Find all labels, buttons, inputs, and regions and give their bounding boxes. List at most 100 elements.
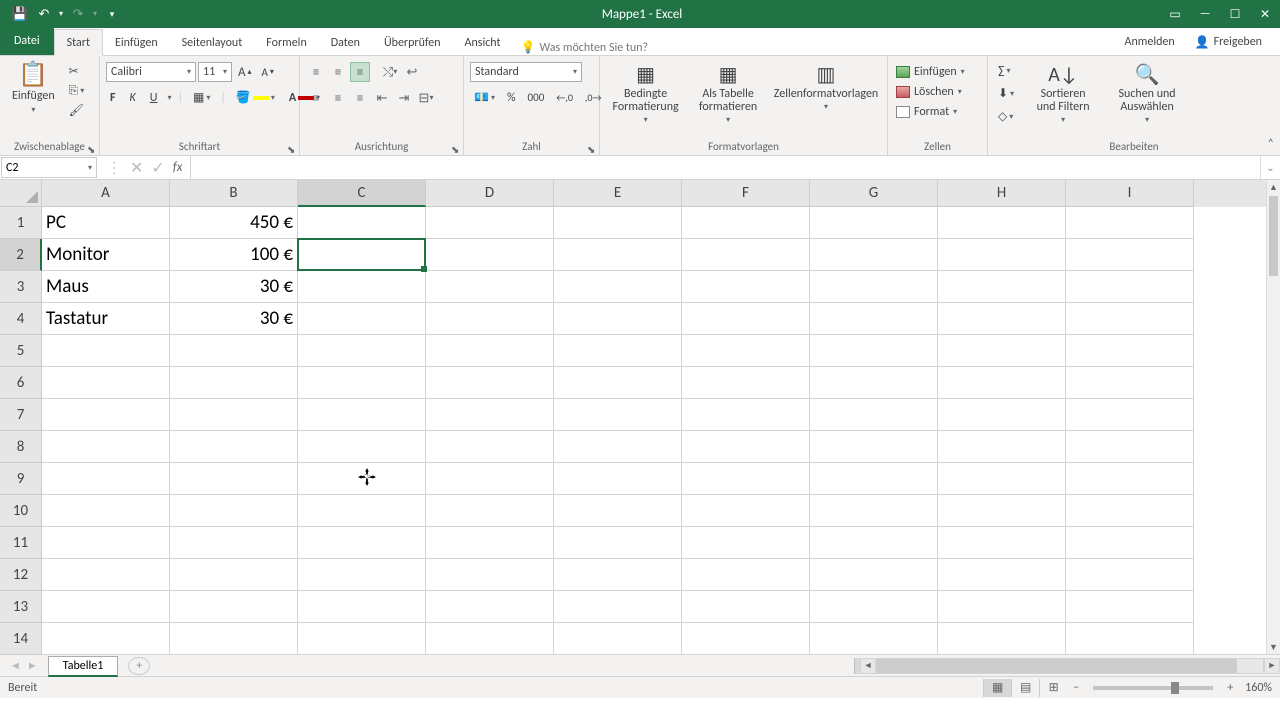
cell-H5[interactable] <box>938 335 1066 367</box>
clipboard-dialog-launcher[interactable]: ⬊ <box>87 143 97 153</box>
percent-button[interactable]: % <box>503 89 520 107</box>
cell-B3[interactable]: 30 € <box>170 271 298 303</box>
cell-H14[interactable] <box>938 623 1066 655</box>
cell-F8[interactable] <box>682 431 810 463</box>
redo-icon[interactable]: ↷ <box>66 2 90 26</box>
cell-C11[interactable] <box>298 527 426 559</box>
cell-C2[interactable] <box>298 239 426 271</box>
cell-E2[interactable] <box>554 239 682 271</box>
paste-button[interactable]: 📋 Einfügen ▾ <box>6 60 61 116</box>
tab-file[interactable]: Datei <box>0 28 54 55</box>
cancel-formula-icon[interactable]: ✕ <box>130 158 143 178</box>
minimize-icon[interactable]: — <box>1190 0 1220 28</box>
sheet-nav-next-icon[interactable]: ► <box>27 659 38 672</box>
cell-H4[interactable] <box>938 303 1066 335</box>
number-dialog-launcher[interactable]: ⬊ <box>587 143 597 153</box>
cell-H9[interactable] <box>938 463 1066 495</box>
undo-icon[interactable]: ↶ <box>32 2 56 26</box>
normal-view-button[interactable]: ▦ <box>983 679 1011 697</box>
autosum-button[interactable]: ∑▾ <box>994 62 1018 80</box>
cell-E14[interactable] <box>554 623 682 655</box>
cell-F9[interactable] <box>682 463 810 495</box>
sheet-nav-prev-icon[interactable]: ◄ <box>10 659 21 672</box>
cell-F14[interactable] <box>682 623 810 655</box>
spreadsheet-grid[interactable]: ABCDEFGHI 1234567891011121314 PC450 €Mon… <box>0 180 1280 654</box>
cell-E10[interactable] <box>554 495 682 527</box>
cell-B7[interactable] <box>170 399 298 431</box>
cell-D11[interactable] <box>426 527 554 559</box>
fill-button[interactable]: ⬇▾ <box>994 84 1018 103</box>
row-header-6[interactable]: 6 <box>0 367 42 399</box>
row-header-11[interactable]: 11 <box>0 527 42 559</box>
scroll-left-icon[interactable]: ◄ <box>860 658 876 674</box>
decrease-indent-button[interactable]: ⇤ <box>372 88 392 108</box>
cell-H10[interactable] <box>938 495 1066 527</box>
sort-filter-button[interactable]: A↓ Sortieren und Filtern▾ <box>1024 62 1102 127</box>
cell-H13[interactable] <box>938 591 1066 623</box>
tab-insert[interactable]: Einfügen <box>103 30 170 55</box>
cell-G7[interactable] <box>810 399 938 431</box>
zoom-level[interactable]: 160% <box>1245 681 1272 695</box>
cell-C6[interactable] <box>298 367 426 399</box>
cell-styles-button[interactable]: ▥ Zellenformatvorlagen▾ <box>771 62 881 114</box>
column-header-C[interactable]: C <box>298 180 426 207</box>
tab-data[interactable]: Daten <box>319 30 372 55</box>
share-button[interactable]: 👤 Freigeben <box>1185 30 1272 55</box>
cell-A14[interactable] <box>42 623 170 655</box>
cell-I3[interactable] <box>1066 271 1194 303</box>
cell-E9[interactable] <box>554 463 682 495</box>
cell-D10[interactable] <box>426 495 554 527</box>
cell-G10[interactable] <box>810 495 938 527</box>
formula-bar[interactable] <box>191 156 1260 179</box>
cell-E7[interactable] <box>554 399 682 431</box>
row-headers[interactable]: 1234567891011121314 <box>0 207 42 654</box>
row-header-14[interactable]: 14 <box>0 623 42 655</box>
cell-A8[interactable] <box>42 431 170 463</box>
font-dialog-launcher[interactable]: ⬊ <box>287 143 297 153</box>
row-header-9[interactable]: 9 <box>0 463 42 495</box>
cell-D14[interactable] <box>426 623 554 655</box>
cell-D3[interactable] <box>426 271 554 303</box>
cell-C3[interactable] <box>298 271 426 303</box>
cell-F10[interactable] <box>682 495 810 527</box>
cell-I11[interactable] <box>1066 527 1194 559</box>
cell-D13[interactable] <box>426 591 554 623</box>
cell-I12[interactable] <box>1066 559 1194 591</box>
number-format-select[interactable]: Standard▾ <box>470 62 582 82</box>
cell-D6[interactable] <box>426 367 554 399</box>
cell-B5[interactable] <box>170 335 298 367</box>
cell-F1[interactable] <box>682 207 810 239</box>
grow-font-button[interactable]: A▴ <box>234 63 256 82</box>
scroll-right-icon[interactable]: ► <box>1264 658 1280 674</box>
cell-D5[interactable] <box>426 335 554 367</box>
row-header-13[interactable]: 13 <box>0 591 42 623</box>
cell-G14[interactable] <box>810 623 938 655</box>
format-painter-button[interactable]: 🖌 <box>65 101 89 120</box>
cell-E1[interactable] <box>554 207 682 239</box>
cell-F3[interactable] <box>682 271 810 303</box>
fill-color-button[interactable]: 🪣▾ <box>232 88 279 107</box>
cell-E6[interactable] <box>554 367 682 399</box>
align-left-button[interactable]: ≡ <box>306 88 326 108</box>
cell-B13[interactable] <box>170 591 298 623</box>
column-header-A[interactable]: A <box>42 180 170 207</box>
alignment-dialog-launcher[interactable]: ⬊ <box>451 143 461 153</box>
cell-I1[interactable] <box>1066 207 1194 239</box>
cell-D7[interactable] <box>426 399 554 431</box>
increase-indent-button[interactable]: ⇥ <box>394 88 414 108</box>
cell-A11[interactable] <box>42 527 170 559</box>
cell-H7[interactable] <box>938 399 1066 431</box>
cell-I10[interactable] <box>1066 495 1194 527</box>
cell-G4[interactable] <box>810 303 938 335</box>
cell-F5[interactable] <box>682 335 810 367</box>
cell-B2[interactable]: 100 € <box>170 239 298 271</box>
align-middle-button[interactable]: ≡ <box>328 62 348 82</box>
column-header-D[interactable]: D <box>426 180 554 207</box>
add-sheet-button[interactable]: + <box>128 657 150 675</box>
cell-B11[interactable] <box>170 527 298 559</box>
row-header-10[interactable]: 10 <box>0 495 42 527</box>
cell-I13[interactable] <box>1066 591 1194 623</box>
cell-I7[interactable] <box>1066 399 1194 431</box>
align-bottom-button[interactable]: ≡ <box>350 62 370 82</box>
cell-G12[interactable] <box>810 559 938 591</box>
